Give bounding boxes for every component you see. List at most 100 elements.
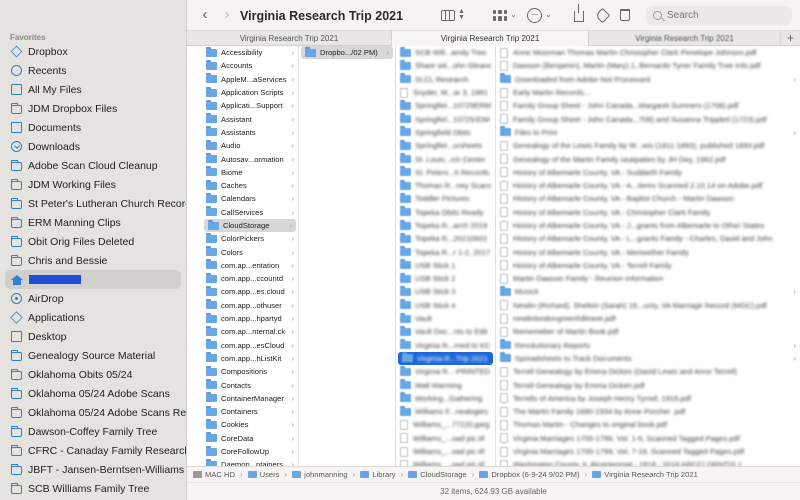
- file-row[interactable]: History of Albemarle County, VA - Christ…: [496, 206, 800, 219]
- file-row[interactable]: Newlin (Richard), Shelton (Sarah) 16...u…: [496, 299, 800, 312]
- folder-row[interactable]: Share wit...ohn Gleaner: [396, 59, 495, 72]
- folder-row[interactable]: Topeka R...r 1-2, 2017: [396, 245, 495, 258]
- file-row[interactable]: History of Albemarle County, VA - Suddar…: [496, 166, 800, 179]
- folder-row[interactable]: com.app...ccountd ›: [202, 272, 298, 285]
- sidebar-item[interactable]: Adobe Scan Cloud Cleanup: [0, 156, 186, 175]
- back-button[interactable]: ‹: [198, 7, 212, 22]
- forward-button[interactable]: ›: [220, 7, 234, 22]
- file-row[interactable]: Family Group Sheet - John Canada...708) …: [496, 112, 800, 125]
- folder-row[interactable]: ColorPickers ›: [202, 232, 298, 245]
- folder-row[interactable]: SLCL Research: [396, 73, 495, 86]
- sidebar-item[interactable]: All My Files: [0, 80, 186, 99]
- sidebar-item[interactable]: [5, 270, 181, 289]
- folder-row[interactable]: Daemon...ntainers ›: [202, 458, 298, 466]
- folder-row[interactable]: Williams F...nealogies: [396, 405, 495, 418]
- folder-row[interactable]: Revolutionary Reports ›: [496, 339, 800, 352]
- sidebar-item[interactable]: Recents: [0, 61, 186, 80]
- file-row[interactable]: Williams_...oad pic.tif: [396, 458, 495, 466]
- delete-button[interactable]: [620, 7, 630, 23]
- file-row[interactable]: History of Albemarle County, VA - J...gr…: [496, 219, 800, 232]
- folder-row[interactable]: Springfiel...10729JDM: [396, 112, 495, 125]
- folder-row[interactable]: USB Stick 1: [396, 259, 495, 272]
- view-mode-button[interactable]: ▲ ▼: [441, 7, 465, 23]
- folder-row[interactable]: Accessibility ›: [202, 46, 298, 59]
- folder-row[interactable]: Downloaded from Adobe Not Processed ›: [496, 73, 800, 86]
- folder-row[interactable]: Colors ›: [202, 245, 298, 258]
- tab-3[interactable]: Virginia Research Trip 2021: [589, 31, 781, 46]
- folder-row[interactable]: St. Louis...ich Center: [396, 152, 495, 165]
- sidebar-item[interactable]: Obit Orig Files Deleted: [0, 232, 186, 251]
- folder-row[interactable]: Spreadsheets to Track Documents ›: [496, 352, 800, 365]
- file-row[interactable]: newlinlondongreenhillmeet.pdf: [496, 312, 800, 325]
- folder-row[interactable]: Springfiel...ursheets: [396, 139, 495, 152]
- tab-1[interactable]: Virginia Research Trip 2021: [187, 31, 392, 46]
- folder-row[interactable]: Vault: [396, 312, 495, 325]
- sidebar-item[interactable]: St Peter's Lutheran Church Records: [0, 194, 186, 213]
- sidebar-item[interactable]: Downloads: [0, 137, 186, 156]
- folder-row[interactable]: Files to Print ›: [496, 126, 800, 139]
- file-row[interactable]: Anne Moorman Thomas Martin Christopher C…: [496, 46, 800, 59]
- folder-row[interactable]: USB Stick 4: [396, 299, 495, 312]
- search-field[interactable]: [646, 6, 792, 25]
- folder-row[interactable]: CloudStorage ›: [204, 218, 296, 233]
- folder-row[interactable]: Assistant ›: [202, 112, 298, 125]
- sidebar-item[interactable]: JDM Working Files: [0, 175, 186, 194]
- folder-row[interactable]: Vault Doc...nts to Edit: [396, 325, 495, 338]
- file-row[interactable]: History of Albemarle County, VA - L...gr…: [496, 232, 800, 245]
- folder-row[interactable]: com.ap...nternal.ck ›: [202, 325, 298, 338]
- sidebar-item[interactable]: Applications: [0, 308, 186, 327]
- folder-row[interactable]: Compositions ›: [202, 365, 298, 378]
- file-row[interactable]: Rememeber of Martin Book.pdf: [496, 325, 800, 338]
- file-row[interactable]: Williams_...oad pic.tif: [396, 432, 495, 445]
- folder-row[interactable]: com.app...esCloud ›: [202, 339, 298, 352]
- file-row[interactable]: Terrells of America by Joseph Henry Tyrr…: [496, 392, 800, 405]
- folder-row[interactable]: Toddler Pictures: [396, 192, 495, 205]
- folder-row[interactable]: Dropbo.../02 PM) ›: [301, 46, 393, 60]
- file-row[interactable]: The Martin Family 1680-1934 by Anne Porc…: [496, 405, 800, 418]
- new-tab-button[interactable]: +: [781, 31, 800, 45]
- folder-row[interactable]: com.app...othuser ›: [202, 299, 298, 312]
- path-segment[interactable]: CloudStorage: [408, 470, 467, 479]
- folder-row[interactable]: Virginia R...rned to KC: [396, 339, 495, 352]
- file-row[interactable]: Williams_...77220.jpeg: [396, 418, 495, 431]
- folder-row[interactable]: USB Stick 3: [396, 285, 495, 298]
- folder-row[interactable]: Contacts ›: [202, 378, 298, 391]
- sidebar-item[interactable]: Oklahoma Obits 05/24: [0, 365, 186, 384]
- file-row[interactable]: History of Albemarle County, VA - Baptis…: [496, 192, 800, 205]
- folder-row[interactable]: Assistants ›: [202, 126, 298, 139]
- folder-row[interactable]: Thomas R...ney Scans: [396, 179, 495, 192]
- share-button[interactable]: [574, 4, 584, 23]
- sidebar-item[interactable]: Oklahoma 05/24 Adobe Scans Rea...: [0, 403, 186, 422]
- folder-row[interactable]: com.ap...entation ›: [202, 259, 298, 272]
- folder-row[interactable]: St. Peters...h Records: [396, 166, 495, 179]
- file-row[interactable]: History of Albemarle County, VA - Terrel…: [496, 259, 800, 272]
- search-input[interactable]: [667, 10, 777, 21]
- folder-row[interactable]: Containers ›: [202, 405, 298, 418]
- sidebar-item[interactable]: AirDrop: [0, 289, 186, 308]
- sidebar-item[interactable]: Documents: [0, 118, 186, 137]
- folder-row[interactable]: Springfield Obits: [396, 126, 495, 139]
- file-row[interactable]: Virginia Marriages 1700-1799, Vol. 1-6, …: [496, 432, 800, 445]
- folder-row[interactable]: Topeka Obits Ready: [396, 206, 495, 219]
- file-row[interactable]: Virginia Marriages 1700-1799, Vol. 7-16,…: [496, 445, 800, 458]
- file-row[interactable]: Early Martin Records...: [496, 86, 800, 99]
- path-segment[interactable]: Library: [360, 470, 396, 479]
- path-segment[interactable]: Virginia Research Trip 2021: [592, 470, 698, 479]
- file-row[interactable]: Terrell Genealogy by Emma Dicken.pdf: [496, 378, 800, 391]
- folder-row[interactable]: CoreData ›: [202, 432, 298, 445]
- action-button[interactable]: ··· ⌄: [527, 7, 552, 23]
- folder-row[interactable]: Caches ›: [202, 179, 298, 192]
- sidebar-item[interactable]: SCB Williams Family Tree: [0, 479, 186, 498]
- folder-row[interactable]: SCB Will...amily Tree: [396, 46, 495, 59]
- file-row[interactable]: Martin Dawson Family - Reunion Informati…: [496, 272, 800, 285]
- folder-row[interactable]: Musick ›: [496, 285, 800, 298]
- folder-row[interactable]: com.app...es.cloud ›: [202, 285, 298, 298]
- sidebar-item[interactable]: Chris and Bessie: [0, 251, 186, 270]
- file-row[interactable]: History of Albemarle County, VA - A...it…: [496, 179, 800, 192]
- folder-row[interactable]: com.app...hpartyd ›: [202, 312, 298, 325]
- group-button[interactable]: ⌄: [493, 7, 517, 23]
- path-segment[interactable]: Dropbox (6-9-24 9/02 PM): [479, 470, 580, 479]
- sidebar-item[interactable]: Oklahoma 05/24 Adobe Scans: [0, 384, 186, 403]
- file-row[interactable]: Thomas Martin - Changes to original book…: [496, 418, 800, 431]
- file-row[interactable]: History of Albemarle County, VA - Meriwe…: [496, 245, 800, 258]
